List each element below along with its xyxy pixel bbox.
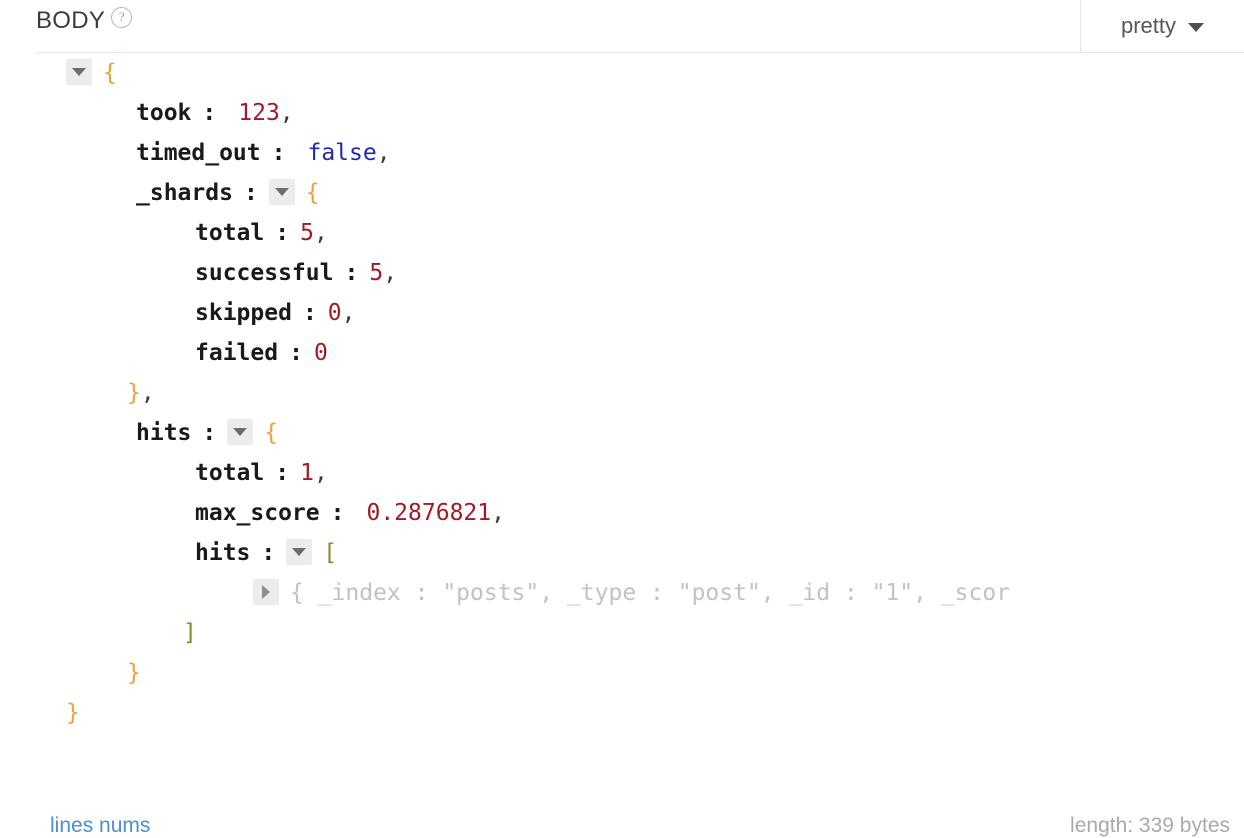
json-value-total: 1 bbox=[300, 460, 314, 486]
json-line-hit-item: { _index : "posts", _type : "post", _id … bbox=[0, 573, 1244, 613]
collapse-toggle-hits[interactable] bbox=[227, 418, 254, 445]
format-selector[interactable]: pretty bbox=[1080, 0, 1244, 53]
json-line-shards-failed: failed:0 bbox=[0, 333, 1244, 373]
json-line-hits-array-close: ] bbox=[0, 613, 1244, 653]
json-line-shards-total: total:5, bbox=[0, 213, 1244, 253]
collapse-toggle-hits-array[interactable] bbox=[286, 538, 313, 565]
json-colon: : bbox=[289, 340, 303, 366]
brace-open: { bbox=[264, 420, 279, 446]
json-colon: : bbox=[330, 500, 345, 526]
lines-nums-toggle[interactable]: lines nums bbox=[50, 813, 150, 838]
json-line-shards-successful: successful:5, bbox=[0, 253, 1244, 293]
brace-close: } bbox=[127, 380, 141, 406]
body-footer: lines nums length: 339 bytes bbox=[0, 813, 1244, 838]
json-line-shards: _shards: { bbox=[0, 173, 1244, 213]
json-colon: : bbox=[243, 180, 258, 206]
format-selector-label: pretty bbox=[1120, 13, 1177, 38]
json-colon: : bbox=[202, 100, 217, 126]
json-comma: , bbox=[341, 300, 356, 326]
json-colon: : bbox=[275, 460, 290, 486]
question-circle-icon[interactable]: ? bbox=[111, 7, 133, 28]
json-key-shards: _shards bbox=[136, 180, 233, 206]
json-comma: , bbox=[279, 100, 294, 126]
json-line-timed-out: timed_out: false, bbox=[0, 133, 1244, 173]
json-key-total: total bbox=[195, 220, 265, 246]
json-line-root-close: } bbox=[0, 693, 1244, 733]
json-body-content: { took:123, timed_out: false, _shards:{ t… bbox=[0, 53, 1244, 813]
json-line-hits-total: total:1, bbox=[0, 453, 1244, 493]
brace-open: { bbox=[305, 180, 320, 206]
json-comma: , bbox=[313, 460, 328, 486]
brace-close: } bbox=[127, 660, 141, 686]
json-comma: , bbox=[140, 380, 155, 406]
json-line-shards-skipped: skipped:0, bbox=[0, 293, 1244, 333]
json-colon: : bbox=[344, 260, 359, 286]
collapse-toggle-shards[interactable] bbox=[268, 178, 295, 205]
json-value-failed: 0 bbox=[313, 340, 328, 366]
json-key-total: total bbox=[195, 460, 265, 486]
collapse-toggle-root[interactable] bbox=[66, 58, 92, 85]
json-key-took: took bbox=[136, 100, 192, 126]
body-response-viewer: BODY ? pretty { took:123, timed_out: fals… bbox=[0, 0, 1244, 838]
json-comma: , bbox=[491, 500, 505, 526]
json-line-hits-hits: hits: [ bbox=[0, 533, 1244, 573]
brace-open: { bbox=[103, 60, 117, 86]
json-collapsed-preview: { _index : "posts", _type : "post", _id … bbox=[290, 580, 1011, 606]
json-colon: : bbox=[271, 140, 286, 166]
expand-toggle-hit-item[interactable] bbox=[253, 578, 279, 605]
json-line-hits: hits: { bbox=[0, 413, 1244, 453]
json-value-took: 123 bbox=[238, 100, 280, 126]
json-line-hits-max-score: max_score:0.2876821, bbox=[0, 493, 1244, 533]
json-colon: : bbox=[302, 300, 317, 326]
json-colon: : bbox=[275, 220, 290, 246]
bracket-close: ] bbox=[183, 620, 197, 646]
json-value-max-score: 0.2876821 bbox=[366, 500, 492, 526]
json-line-hits-close: } bbox=[0, 653, 1244, 693]
json-line-root-open: { bbox=[0, 53, 1244, 93]
body-title-group: BODY ? bbox=[36, 6, 133, 36]
json-key-max-score: max_score bbox=[195, 500, 320, 526]
body-header: BODY ? pretty bbox=[0, 0, 1244, 53]
json-value-skipped: 0 bbox=[327, 300, 342, 326]
json-colon: : bbox=[261, 540, 276, 566]
brace-close: } bbox=[66, 700, 80, 726]
json-key-hits-array: hits bbox=[195, 540, 251, 566]
json-comma: , bbox=[383, 260, 398, 286]
json-comma: , bbox=[313, 220, 328, 246]
page-title: BODY bbox=[36, 7, 106, 34]
json-comma: , bbox=[376, 140, 391, 166]
json-colon: : bbox=[202, 420, 217, 446]
json-line-took: took:123, bbox=[0, 93, 1244, 133]
bracket-open: [ bbox=[323, 540, 338, 566]
json-value-successful: 5 bbox=[369, 260, 384, 286]
json-value-timed-out: false bbox=[307, 140, 377, 166]
chevron-down-icon bbox=[1188, 23, 1205, 32]
json-key-skipped: skipped bbox=[195, 300, 292, 326]
json-line-shards-close: }, bbox=[0, 373, 1244, 413]
response-length-label: length: 339 bytes bbox=[1070, 814, 1230, 837]
json-key-failed: failed bbox=[195, 340, 279, 366]
json-key-hits: hits bbox=[136, 420, 192, 446]
json-value-total: 5 bbox=[300, 220, 314, 246]
json-key-timed-out: timed_out bbox=[136, 140, 261, 166]
json-key-successful: successful bbox=[195, 260, 334, 286]
